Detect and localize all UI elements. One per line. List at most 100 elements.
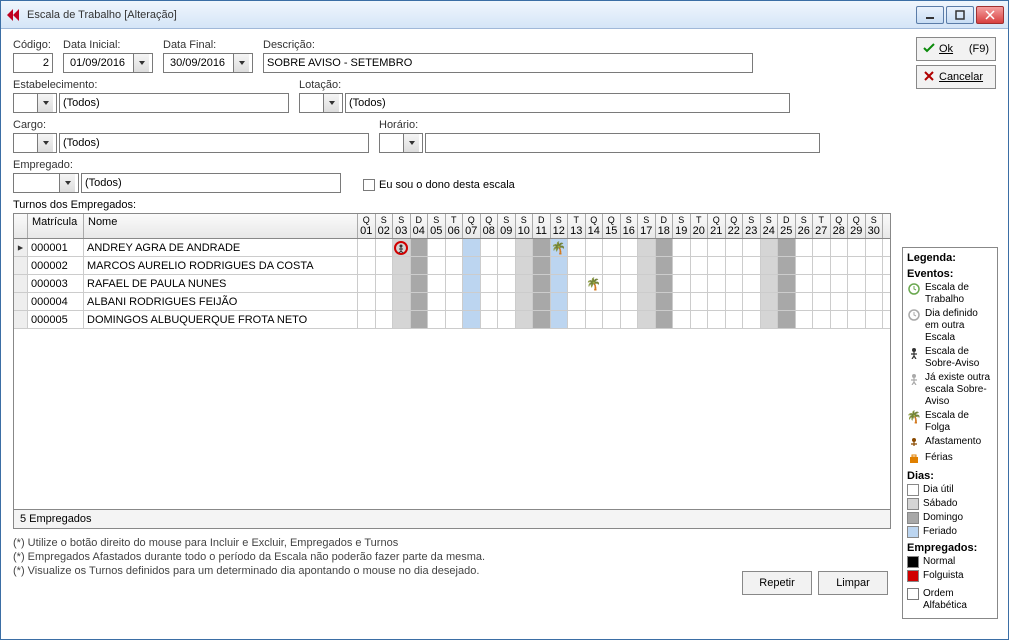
cell-day-28[interactable] [831,257,849,274]
row-selector[interactable] [14,293,28,310]
cell-day-25[interactable] [778,257,796,274]
cell-day-30[interactable] [866,311,884,328]
cell-day-20[interactable] [691,293,709,310]
close-button[interactable] [976,6,1004,24]
cell-day-22[interactable] [726,275,744,292]
cell-day-30[interactable] [866,257,884,274]
cell-day-07[interactable] [463,239,481,256]
table-row[interactable]: 000003RAFAEL DE PAULA NUNES🌴 [14,275,890,293]
cell-day-06[interactable] [446,257,464,274]
cell-day-01[interactable] [358,311,376,328]
cell-day-09[interactable] [498,275,516,292]
cell-day-08[interactable] [481,257,499,274]
cell-day-28[interactable] [831,311,849,328]
chevron-down-icon[interactable] [233,54,249,72]
cell-day-02[interactable] [376,239,394,256]
cell-day-25[interactable] [778,275,796,292]
cell-day-22[interactable] [726,257,744,274]
cell-day-04[interactable] [411,311,429,328]
cell-day-21[interactable] [708,275,726,292]
cell-day-11[interactable] [533,257,551,274]
cell-day-18[interactable] [656,293,674,310]
cell-day-15[interactable] [603,275,621,292]
cell-day-29[interactable] [848,275,866,292]
cell-day-15[interactable] [603,311,621,328]
cell-day-23[interactable] [743,275,761,292]
cell-day-15[interactable] [603,257,621,274]
cell-day-08[interactable] [481,311,499,328]
cell-day-06[interactable] [446,275,464,292]
cell-day-01[interactable] [358,293,376,310]
cell-day-13[interactable] [568,239,586,256]
cell-day-16[interactable] [621,257,639,274]
cell-day-05[interactable] [428,239,446,256]
minimize-button[interactable] [916,6,944,24]
grid-body[interactable]: 000001ANDREY AGRA DE ANDRADE🌴000002MARCO… [14,239,890,509]
cell-day-19[interactable] [673,293,691,310]
cell-day-07[interactable] [463,275,481,292]
cell-day-30[interactable] [866,293,884,310]
cell-day-18[interactable] [656,257,674,274]
cell-day-01[interactable] [358,257,376,274]
chevron-down-icon[interactable] [59,174,75,192]
cell-day-23[interactable] [743,257,761,274]
table-row[interactable]: 000002MARCOS AURELIO RODRIGUES DA COSTA [14,257,890,275]
repetir-button[interactable]: Repetir [742,571,812,595]
cell-day-15[interactable] [603,293,621,310]
cell-day-10[interactable] [516,257,534,274]
cell-day-05[interactable] [428,257,446,274]
cell-day-05[interactable] [428,311,446,328]
chevron-down-icon[interactable] [403,134,419,152]
cell-day-26[interactable] [796,275,814,292]
cell-day-07[interactable] [463,293,481,310]
cell-day-16[interactable] [621,293,639,310]
cell-day-22[interactable] [726,311,744,328]
cell-day-17[interactable] [638,311,656,328]
cell-day-12[interactable]: 🌴 [551,239,569,256]
cell-day-24[interactable] [761,311,779,328]
cell-day-12[interactable] [551,257,569,274]
horario-code-combo[interactable] [379,133,423,153]
chevron-down-icon[interactable] [37,94,53,112]
cell-day-06[interactable] [446,239,464,256]
cell-day-06[interactable] [446,293,464,310]
cell-day-06[interactable] [446,311,464,328]
cell-day-27[interactable] [813,293,831,310]
cell-day-24[interactable] [761,275,779,292]
cell-day-24[interactable] [761,257,779,274]
ok-button[interactable]: Ok (F9) [916,37,996,61]
cell-day-28[interactable] [831,275,849,292]
cell-day-26[interactable] [796,257,814,274]
cell-day-02[interactable] [376,293,394,310]
cell-day-12[interactable] [551,293,569,310]
cell-day-26[interactable] [796,311,814,328]
cell-day-13[interactable] [568,311,586,328]
cell-day-02[interactable] [376,275,394,292]
ordem-checkbox[interactable] [907,588,919,600]
cell-day-03[interactable] [393,311,411,328]
cell-day-19[interactable] [673,239,691,256]
cell-day-12[interactable] [551,311,569,328]
cell-day-30[interactable] [866,239,884,256]
codigo-input[interactable] [13,53,53,73]
cell-day-09[interactable] [498,239,516,256]
cell-day-05[interactable] [428,293,446,310]
cell-day-21[interactable] [708,257,726,274]
cell-day-13[interactable] [568,257,586,274]
cell-day-28[interactable] [831,239,849,256]
cell-day-20[interactable] [691,311,709,328]
cell-day-29[interactable] [848,239,866,256]
cell-day-08[interactable] [481,239,499,256]
cell-day-11[interactable] [533,311,551,328]
cell-day-17[interactable] [638,257,656,274]
cell-day-18[interactable] [656,311,674,328]
empregado-input[interactable] [81,173,341,193]
cell-day-09[interactable] [498,311,516,328]
cell-day-23[interactable] [743,293,761,310]
table-row[interactable]: 000001ANDREY AGRA DE ANDRADE🌴 [14,239,890,257]
cell-day-14[interactable]: 🌴 [586,275,604,292]
cell-day-07[interactable] [463,311,481,328]
cell-day-26[interactable] [796,293,814,310]
cell-day-20[interactable] [691,257,709,274]
cell-day-01[interactable] [358,275,376,292]
